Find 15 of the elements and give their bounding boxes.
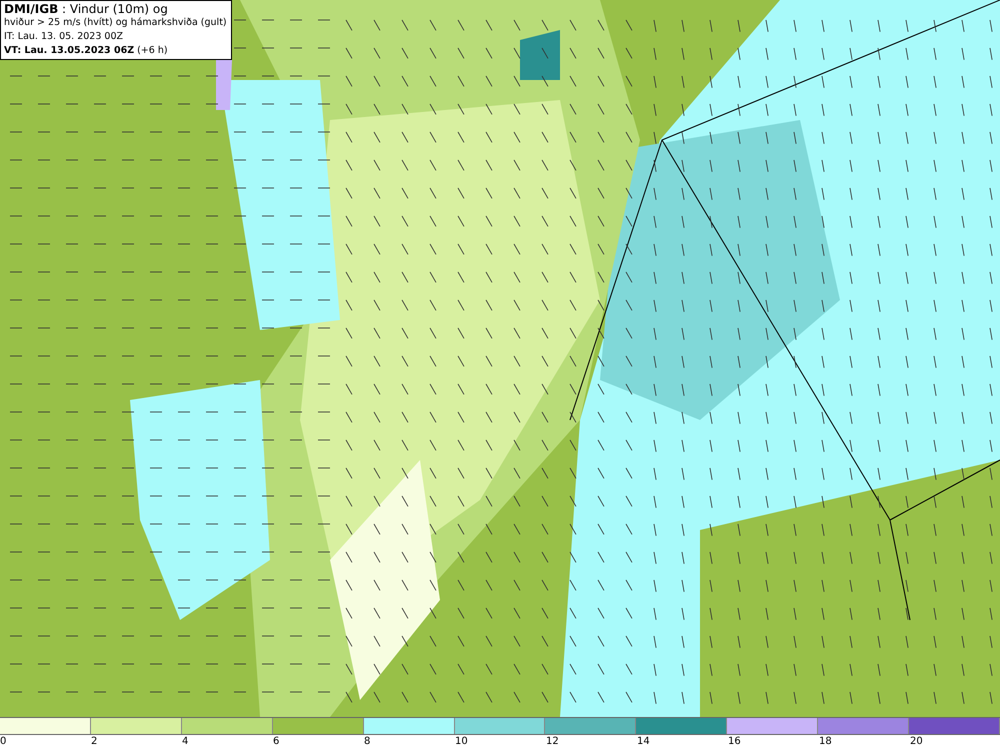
title-line: DMI/IGB : Vindur (10m) og	[4, 2, 169, 16]
tick-label: 10	[455, 736, 468, 747]
tick-label: 16	[728, 736, 741, 747]
tick-label: 4	[182, 736, 188, 747]
tick-label: 20	[910, 736, 923, 747]
tick-label: 6	[273, 736, 280, 747]
tick-label: 12	[546, 736, 559, 747]
tick-label: 18	[819, 736, 832, 747]
tick-label: 0	[0, 736, 6, 747]
title-line: VT: Lau. 13.05.2023 06Z (+6 h)	[4, 44, 169, 58]
title-line: IT: Lau. 13. 05. 2023 00Z	[4, 30, 124, 44]
tick-label: 14	[637, 736, 650, 747]
title-line: hviður > 25 m/s (hvítt) og hámarkshviða (gult)	[4, 16, 228, 30]
tick-label: 2	[91, 736, 98, 747]
tick-label: 8	[364, 736, 370, 747]
